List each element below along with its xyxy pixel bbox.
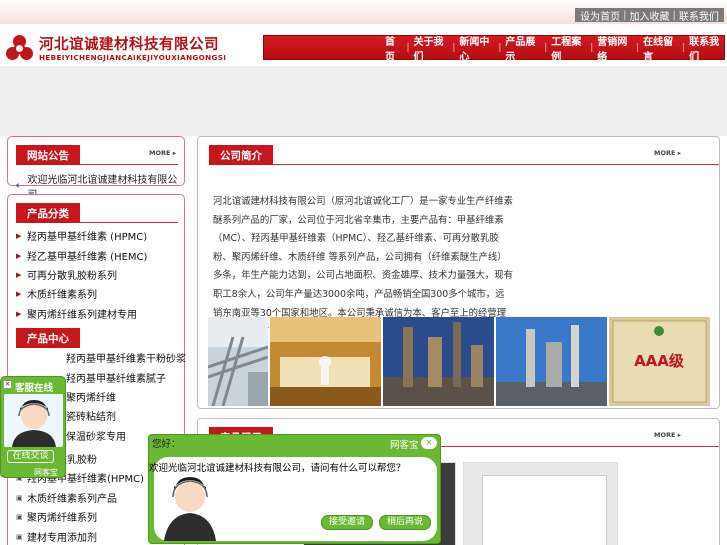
speaker-icon: 🔈︎ <box>16 181 22 191</box>
category-item[interactable]: ▶ 聚丙烯纤维系列建材专用 <box>16 304 184 323</box>
kefu-footer: 网客宝 <box>34 468 58 477</box>
logo-mark-icon <box>5 34 35 64</box>
customer-service-widget: × 客服在线 在线交谈 网客宝 <box>0 376 66 478</box>
arrow-bullet-icon: ▶ <box>16 232 22 241</box>
nav-contact[interactable]: 联系我们 <box>689 33 724 63</box>
later-button[interactable]: 稍后再说 <box>379 515 431 530</box>
nav-products[interactable]: 产品展示 <box>505 33 540 63</box>
notice-more-link[interactable]: MORE ▸ <box>149 149 176 157</box>
accept-invite-button[interactable]: 接受邀请 <box>321 515 373 530</box>
photo-refinery-2[interactable] <box>496 317 607 406</box>
chat-now-button[interactable]: 在线交谈 <box>7 450 54 463</box>
set-homepage-link[interactable]: 设为首页 <box>580 8 620 23</box>
category-item[interactable]: ▶ 羟丙基甲基纤维素 (HPMC) <box>16 226 184 245</box>
company-logo[interactable]: 河北谊诚建材科技有限公司 HEBEIYICHENGJIANCAIKEJIYOUX… <box>5 33 251 64</box>
subcategory-title: 产品中心 <box>16 327 80 348</box>
chat-brand: 网客宝 <box>390 440 419 451</box>
top-links: 设为首页 | 加入收藏 | 联系我们 <box>575 8 724 23</box>
arrow-bullet-icon: ▶ <box>16 251 22 260</box>
photo-aaa-certificate[interactable]: AAA级 <box>609 317 710 406</box>
nav-message[interactable]: 在线留言 <box>643 33 678 63</box>
doc-icon: ▣ <box>16 513 23 522</box>
category-item[interactable]: ▶ 可再分散乳胶粉系列 <box>16 265 184 284</box>
chat-close-icon[interactable]: × <box>421 437 437 449</box>
photo-lab[interactable] <box>270 317 381 406</box>
close-icon[interactable]: × <box>3 380 12 389</box>
product-bag <box>482 475 607 545</box>
chat-invite-popup: 您好： 网客宝 × 接受邀请 稍后再说 欢迎光临河北谊诚建材科技有限公司，请问有… <box>148 434 441 544</box>
about-panel: 公司简介 MORE ▸ 河北谊诚建材科技有限公司（原河北谊诚化工厂）是一家专业生… <box>197 136 720 409</box>
subcategory-item[interactable]: 羟丙基甲基纤维素干粉砂浆 <box>66 348 186 367</box>
aaa-text: AAA级 <box>634 352 685 370</box>
agent-avatar <box>4 394 63 447</box>
about-title: 公司简介 <box>209 145 273 165</box>
doc-icon: ▣ <box>16 493 23 502</box>
main-nav: 首页 | 关于我们 | 新闻中心 | 产品展示 | 工程案例 | 营销网络 | 在线留言 | … <box>263 33 725 63</box>
about-more-link[interactable]: MORE ▸ <box>654 149 681 157</box>
doc-icon: ▣ <box>16 532 23 541</box>
nav-news[interactable]: 新闻中心 <box>459 33 494 63</box>
product-image-2[interactable] <box>463 462 618 545</box>
subcategory-item[interactable]: 羟丙基甲基纤维素腻子 <box>66 367 184 386</box>
category-item[interactable]: ▶ 木质纤维素系列 <box>16 284 184 303</box>
subcategory-item[interactable]: 瓷砖粘结剂 <box>66 406 184 425</box>
notice-panel: 网站公告 MORE ▸ 🔈︎ 欢迎光临河北谊诚建材科技有限公司 <box>7 136 185 201</box>
arrow-bullet-icon: ▶ <box>16 309 22 318</box>
notice-title: 网站公告 <box>16 145 80 165</box>
photo-pipeline[interactable] <box>208 317 268 406</box>
products-more-link[interactable]: MORE ▸ <box>654 431 681 439</box>
page: 设为首页 | 加入收藏 | 联系我们 河北谊诚建材科技有限公司 HEBEIYICHE… <box>0 0 727 545</box>
nav-home[interactable]: 首页 <box>385 33 402 63</box>
category-title: 产品分类 <box>16 203 80 223</box>
photo-refinery-1[interactable] <box>383 317 494 406</box>
category-item[interactable]: ▶ 羟乙基甲基纤维素 (HEMC) <box>16 245 184 264</box>
nav-network[interactable]: 营销网络 <box>597 33 632 63</box>
chat-greeting: 您好： <box>152 439 181 450</box>
bookmark-link[interactable]: 加入收藏 <box>630 8 670 23</box>
nav-about[interactable]: 关于我们 <box>413 33 448 63</box>
nav-cases[interactable]: 工程案例 <box>551 33 586 63</box>
arrow-bullet-icon: ▶ <box>16 270 22 279</box>
logo-chinese-name: 河北谊诚建材科技有限公司 <box>39 35 219 53</box>
photo-strip: AAA级 <box>208 317 710 406</box>
logo-english-name: HEBEIYICHENGJIANCAIKEJIYOUXIANGONGSI <box>39 52 227 62</box>
banner-area <box>0 66 727 136</box>
chat-message: 欢迎光临河北谊诚建材科技有限公司，请问有什么可以帮您？ <box>149 463 406 474</box>
arrow-bullet-icon: ▶ <box>16 290 22 299</box>
subcategory-item[interactable]: 聚丙烯纤维 <box>66 387 184 406</box>
contact-link[interactable]: 联系我们 <box>679 8 719 23</box>
